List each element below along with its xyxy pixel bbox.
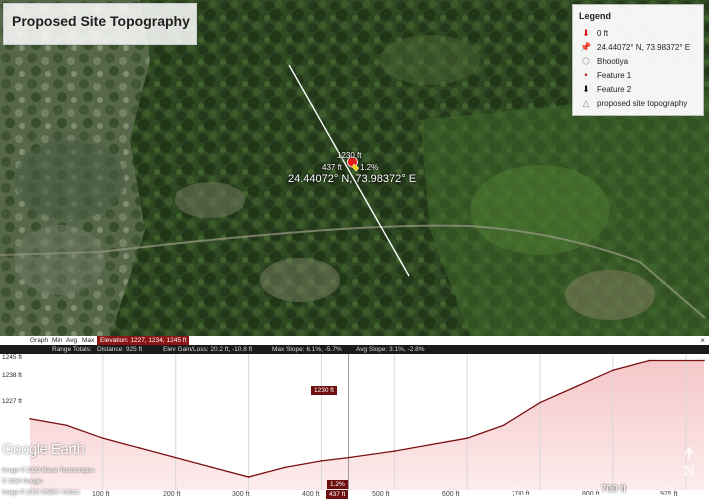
north-compass-icon[interactable]: N: [678, 446, 700, 480]
cursor-slope-tag: 1.2%: [327, 480, 348, 489]
elevation-point: [65, 424, 68, 427]
elevation-point: [138, 447, 141, 449]
elevation-chart[interactable]: [0, 354, 709, 500]
elevation-point: [429, 443, 432, 446]
red-dot-icon: •: [584, 70, 588, 80]
elevation-point: [211, 466, 213, 469]
legend-item-label: 24.44072° N, 73.98372° E: [597, 43, 691, 52]
marker-distance-label: 437 ft: [322, 163, 343, 172]
y-tick-label: 1245 ft: [2, 354, 22, 361]
coordinate-label: 24.44072° N, 73.98372° E: [288, 173, 417, 185]
elevation-point: [174, 456, 177, 459]
legend-item[interactable]: 📌 24.44072° N, 73.98372° E: [579, 42, 703, 54]
elevation-point: [502, 424, 505, 427]
legend-item-label: Feature 1: [597, 71, 632, 80]
elevation-point: [247, 476, 250, 478]
elevation-point: [393, 450, 396, 452]
elevation-point: [284, 466, 286, 469]
marker-slope-label: 1.2%: [360, 163, 379, 172]
yellow-pushpin-icon: 📌: [580, 42, 592, 52]
elevation-point: [347, 456, 350, 459]
elevation-profile-panel[interactable]: Graph Min Avg Max Elevation: 1227, 1234,…: [0, 336, 709, 500]
legend-title: Legend: [579, 11, 612, 21]
cursor-elevation-tag: 1230 ft: [311, 386, 337, 395]
x-tick-label: 600 ft: [442, 491, 460, 498]
google-earth-view[interactable]: 1230 ft 437 ft 1.2% 24.44072° N, 73.9837…: [0, 0, 709, 500]
imagery-credit: Image © 2020 Maxar Technologies: [2, 468, 95, 474]
marker-elevation-label: 1230 ft: [337, 151, 362, 160]
cnes-credit: Image © 2020 CNES / Airbus: [2, 490, 80, 496]
cursor-distance-tag: 437 ft: [326, 490, 349, 499]
compass-north-label: N: [683, 464, 695, 480]
map-title: Proposed Site Topography: [12, 13, 190, 29]
black-arrow-icon: ⬇: [582, 84, 590, 94]
elevation-point: [612, 369, 614, 371]
elevation-point: [102, 437, 104, 439]
min-toggle[interactable]: Min: [52, 337, 62, 344]
graph-label: Graph: [30, 337, 49, 344]
legend-item[interactable]: ⬇ 0 ft: [579, 28, 703, 40]
terrain-profile-icon: △: [582, 98, 590, 108]
elevation-point: [703, 359, 705, 362]
gain-loss-text: Elev Gain/Loss: 20.2 ft, -10.8 ft: [163, 346, 253, 353]
close-profile-button[interactable]: ×: [700, 336, 705, 345]
legend-item[interactable]: ⬇ Feature 2: [579, 84, 703, 96]
scale-label: 700 ft: [601, 484, 627, 495]
elevation-point: [575, 385, 578, 388]
legend-item-label: proposed site topography: [597, 99, 688, 108]
avg-slope-text: Avg Slope: 3.1%, -2.8%: [356, 346, 425, 353]
legend-item[interactable]: △ proposed site topography: [579, 98, 703, 110]
x-tick-label: 500 ft: [372, 491, 390, 498]
elevation-point: [29, 417, 31, 420]
legend-panel: Legend ⬇ 0 ft 📌 24.44072° N, 73.98372° E…: [572, 4, 704, 116]
y-tick-label: 1227 ft: [2, 398, 22, 405]
legend-item[interactable]: • Feature 1: [579, 70, 703, 82]
max-toggle[interactable]: Max: [82, 337, 94, 344]
profile-range-bar: Range Totals: Distance: 925 ft Elev Gain…: [0, 345, 709, 354]
x-tick-label: 300 ft: [232, 491, 250, 498]
x-tick-label: 400 ft: [302, 491, 320, 498]
y-tick-label: 1238 ft: [2, 372, 22, 379]
red-arrow-icon: ⬇: [582, 28, 590, 38]
google-credit: © 2020 Google: [2, 479, 43, 485]
legend-item-label: Feature 2: [597, 85, 632, 94]
avg-toggle[interactable]: Avg: [66, 337, 77, 344]
x-tick-label: 200 ft: [163, 491, 181, 498]
polygon-outline-icon: ⬡: [582, 56, 590, 66]
scale-bar: 700 ft: [514, 484, 672, 496]
profile-stats-bar: Graph Min Avg Max Elevation: 1227, 1234,…: [0, 336, 709, 345]
legend-item-label: 0 ft: [597, 29, 609, 38]
x-tick-label: 100 ft: [92, 491, 110, 498]
distance-text: Distance: 925 ft: [97, 346, 143, 353]
google-earth-logo: Google Earth: [2, 441, 85, 458]
map-title-box: Proposed Site Topography: [3, 3, 197, 45]
max-slope-text: Max Slope: 6.1%, -5.7%: [272, 346, 342, 353]
legend-item-label: Bhootiya: [597, 57, 629, 66]
legend-item[interactable]: ⬡ Bhootiya: [579, 56, 703, 68]
elevation-point: [648, 359, 651, 362]
elevation-point: [539, 401, 541, 404]
elevation-summary: Elevation: 1227, 1234, 1245 ft: [97, 336, 190, 345]
elevation-point: [320, 460, 323, 462]
range-totals-label: Range Totals:: [52, 346, 92, 353]
elevation-point: [466, 437, 468, 439]
